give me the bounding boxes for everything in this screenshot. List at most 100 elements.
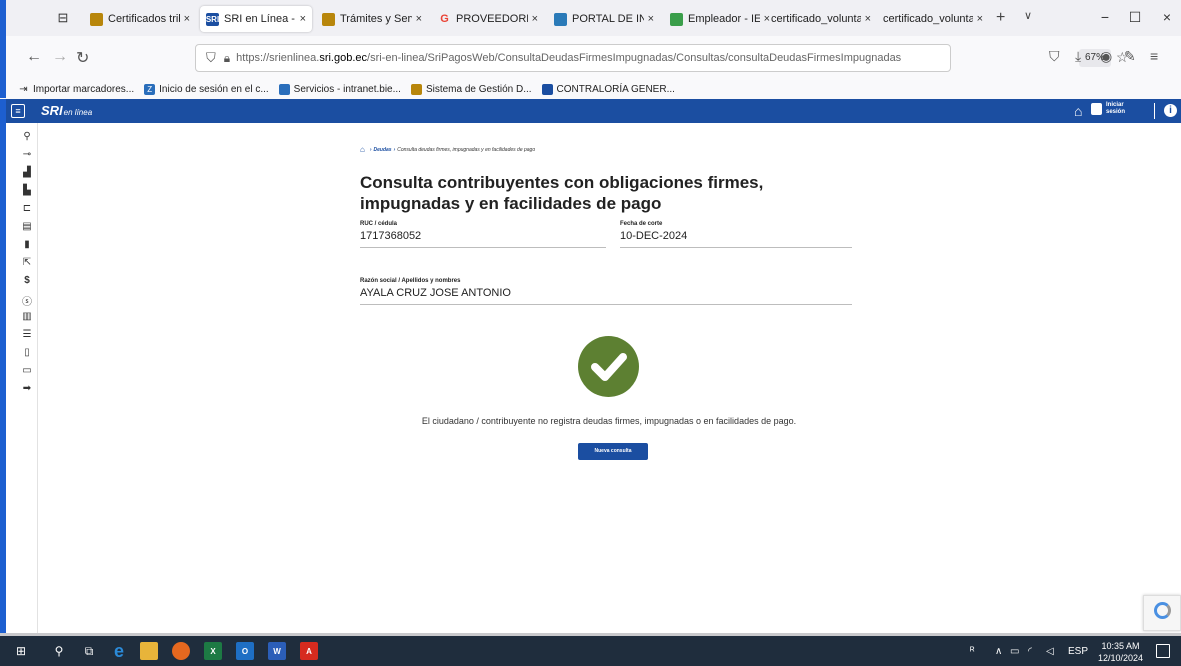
bookmarks-bar: ⇥ Importar marcadores... Z Inicio de ses… <box>0 80 1181 98</box>
edge-icon[interactable]: e <box>110 641 128 661</box>
extensions-icon[interactable]: ✎ <box>1124 48 1136 65</box>
bookmark-sistema-gestion[interactable]: Sistema de Gestión D... <box>410 83 532 95</box>
menu-icon[interactable]: ≡ <box>1150 48 1158 64</box>
excel-icon[interactable]: X <box>204 642 222 660</box>
bookmark-contraloria[interactable]: CONTRALORÍA GENER... <box>541 83 675 95</box>
ruc-label: RUC / cédula <box>360 221 398 227</box>
close-icon[interactable]: × <box>977 13 983 25</box>
people-icon[interactable]: ᴿ <box>970 646 975 657</box>
hamburger-menu-icon[interactable]: ≡ <box>11 104 25 118</box>
tab-proveedores[interactable]: G PROVEEDORES I × <box>432 6 544 32</box>
word-icon[interactable]: W <box>268 642 286 660</box>
result-message: El ciudadano / contribuyente no registra… <box>421 416 797 426</box>
back-arrow-icon[interactable]: ← <box>26 48 42 66</box>
tab-portal-info[interactable]: PORTAL DE INFO × <box>548 6 660 32</box>
lock-icon[interactable]: 🔒︎ <box>224 51 230 66</box>
home-icon[interactable]: ⌂ <box>1074 103 1082 119</box>
barcode-icon[interactable]: ▥ <box>20 311 34 322</box>
outlook-icon[interactable]: O <box>236 642 254 660</box>
handshake-icon[interactable]: ⇱ <box>20 257 34 268</box>
page-icon[interactable]: ▯ <box>20 347 34 358</box>
car-icon[interactable]: ▭ <box>20 365 34 376</box>
key-icon[interactable]: ⊸ <box>20 149 34 160</box>
tab-tramites[interactable]: Trámites y Servic × <box>316 6 428 32</box>
tab-bar: ⊟ Certificados trib × SRI SRI en Línea -… <box>0 0 1181 36</box>
reload-icon[interactable]: ↻ <box>76 48 89 68</box>
main-content: ⌂ › Deudas › Consulta deudas firmes, imp… <box>38 123 1181 633</box>
document-icon[interactable]: ▤ <box>20 221 34 232</box>
minimize-icon[interactable]: − <box>1090 9 1120 25</box>
new-query-button[interactable]: Nueva consulta <box>578 443 648 460</box>
window-close-icon[interactable]: × <box>1152 9 1181 25</box>
task-view-icon[interactable]: ⧉ <box>80 642 98 660</box>
file-icon[interactable]: ▮ <box>20 239 34 250</box>
battery-icon[interactable]: ▭ <box>1010 646 1019 657</box>
recaptcha-icon <box>1154 602 1171 619</box>
tray-chevron-icon[interactable]: ∧ <box>995 646 1002 657</box>
tab-certificados[interactable]: Certificados trib × <box>84 6 196 32</box>
search-icon[interactable]: ⚲ <box>20 131 34 142</box>
close-icon[interactable]: × <box>648 13 654 25</box>
chevron-down-icon[interactable]: ∨ <box>1024 9 1032 22</box>
fecha-corte-field: Fecha de corte 10-DEC-2024 <box>620 221 852 248</box>
breadcrumb-link-deudas[interactable]: Deudas <box>374 147 392 153</box>
acrobat-icon[interactable]: A <box>300 642 318 660</box>
tab-certificado-voluntario-2[interactable]: certificado_voluntar × <box>877 6 989 32</box>
tab-title: Trámites y Servic <box>340 13 412 25</box>
notification-icon[interactable] <box>1156 644 1170 658</box>
url-path: /sri-en-linea/SriPagosWeb/ConsultaDeudas… <box>367 52 902 64</box>
account-icon[interactable]: ◉ <box>1100 48 1112 65</box>
login-button[interactable]: Iniciar sesión <box>1091 102 1125 116</box>
bookmark-label: Importar marcadores... <box>33 83 135 95</box>
industry-icon[interactable]: ▙ <box>20 185 34 196</box>
system-clock[interactable]: 10:35 AM 12/10/2024 <box>1098 640 1143 664</box>
close-icon[interactable]: × <box>532 13 538 25</box>
close-icon[interactable]: × <box>865 13 871 25</box>
field-underline <box>620 247 852 248</box>
forward-arrow-icon[interactable]: → <box>52 48 68 66</box>
login-label: Iniciar sesión <box>1106 102 1125 116</box>
field-underline <box>360 304 852 305</box>
downloads-icon[interactable]: ⤓ <box>1075 48 1081 65</box>
bookmark-inicio-sesion[interactable]: Z Inicio de sesión en el c... <box>144 83 269 95</box>
bookmark-import[interactable]: ⇥ Importar marcadores... <box>18 84 134 95</box>
tab-empleador[interactable]: Empleador - IES × <box>664 6 776 32</box>
new-tab-icon[interactable]: + <box>996 9 1005 27</box>
success-check-icon <box>578 336 639 397</box>
breadcrumb-home-icon[interactable]: ⌂ <box>360 145 365 154</box>
field-underline <box>360 247 606 248</box>
bookmark-label: CONTRALORÍA GENER... <box>556 83 675 95</box>
search-icon[interactable]: ⚲ <box>50 642 68 660</box>
tab-sri-en-linea[interactable]: SRI SRI en Línea - Co × <box>200 6 312 32</box>
maximize-icon[interactable]: ☐ <box>1120 9 1150 26</box>
info-icon[interactable]: i <box>1164 104 1177 117</box>
pocket-icon[interactable]: ⛉ <box>1049 48 1060 65</box>
sri-logo[interactable]: SRIen línea <box>41 103 92 118</box>
volume-icon[interactable]: ◁ <box>1046 646 1054 657</box>
close-icon[interactable]: × <box>184 13 190 25</box>
windows-taskbar: ⊞ ⚲ ⧉ e X O W A ᴿ ∧ ▭ ◜ ◁ ESP 10:35 AM 1… <box>0 636 1181 666</box>
contraloria-icon <box>541 83 553 95</box>
wifi-icon[interactable]: ◜ <box>1028 646 1032 657</box>
chart-icon[interactable]: ▟ <box>20 167 34 178</box>
shield-icon[interactable]: ⛉ <box>206 50 216 66</box>
language-indicator[interactable]: ESP <box>1068 646 1088 657</box>
receipt-icon[interactable]: ☰ <box>20 329 34 340</box>
windows-start-icon[interactable]: ⊞ <box>12 642 30 660</box>
recaptcha-badge[interactable] <box>1143 595 1181 631</box>
clock-time: 10:35 AM <box>1101 641 1140 651</box>
tab-list-icon[interactable]: ⊟ <box>54 9 72 27</box>
address-bar[interactable]: ⛉ 🔒︎ https://srienlinea.sri.gob.ec/sri-e… <box>195 44 1129 72</box>
firefox-icon[interactable] <box>172 642 190 660</box>
file-explorer-icon[interactable] <box>140 642 158 660</box>
folder-icon[interactable]: ⊏ <box>20 203 34 214</box>
dollar-icon[interactable]: $ <box>20 275 34 286</box>
user-card-icon <box>1091 103 1102 115</box>
truck-icon[interactable]: ➡ <box>20 383 34 394</box>
tab-certificado-voluntario-1[interactable]: certificado_voluntar × <box>765 6 877 32</box>
close-icon[interactable]: × <box>416 13 422 25</box>
coin-icon[interactable]: ⓢ <box>20 293 34 308</box>
url-text[interactable]: https://srienlinea.sri.gob.ec/sri-en-lin… <box>236 52 901 64</box>
close-icon[interactable]: × <box>300 13 306 25</box>
bookmark-servicios-intranet[interactable]: Servicios - intranet.bie... <box>278 83 401 95</box>
